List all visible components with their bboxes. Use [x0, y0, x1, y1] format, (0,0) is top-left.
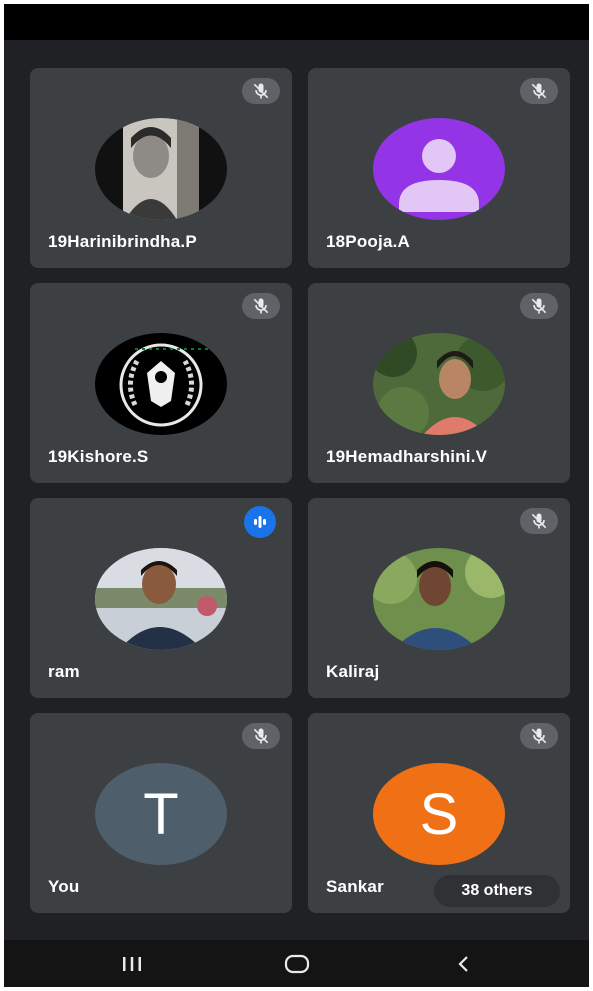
participant-tile[interactable]: ram	[30, 498, 292, 698]
mic-off-icon	[242, 78, 280, 104]
participant-name: 19Hemadharshini.V	[326, 447, 488, 466]
participant-name: Sankar	[326, 877, 384, 896]
participant-name: Kaliraj	[326, 662, 380, 681]
participant-name: 18Pooja.A	[326, 232, 410, 251]
participant-name: 19Harinibrindha.P	[48, 232, 197, 251]
mic-off-icon	[520, 293, 558, 319]
others-badge[interactable]: 38 others	[434, 875, 560, 907]
participant-tile[interactable]: 19Kishore.S	[30, 283, 292, 483]
mic-off-icon	[242, 293, 280, 319]
recents-icon[interactable]	[102, 940, 162, 987]
participant-name: 19Kishore.S	[48, 447, 149, 466]
participant-name: You	[48, 877, 80, 896]
avatar-initial: T	[143, 781, 179, 847]
initial-avatar: S	[373, 763, 505, 865]
participant-tile[interactable]: 19Hemadharshini.V	[308, 283, 570, 483]
default-avatar	[373, 118, 505, 220]
participant-photo	[373, 548, 505, 650]
speaking-indicator-icon	[244, 506, 276, 538]
mic-off-icon	[520, 78, 558, 104]
back-icon[interactable]	[434, 940, 494, 987]
participant-photo	[373, 333, 505, 435]
android-nav-bar	[4, 940, 589, 987]
participant-tile[interactable]: S Sankar 38 others	[308, 713, 570, 913]
mic-off-icon	[520, 508, 558, 534]
participant-grid: 19Harinibrindha.P 18Pooja.A 19Kishore.S …	[4, 4, 589, 944]
mic-off-icon[interactable]	[242, 723, 280, 749]
participant-photo	[95, 548, 227, 650]
participant-tile[interactable]: 19Harinibrindha.P	[30, 68, 292, 268]
emblem-avatar	[95, 333, 227, 435]
initial-avatar: T	[95, 763, 227, 865]
home-icon[interactable]	[267, 940, 327, 987]
participant-tile-self[interactable]: T You	[30, 713, 292, 913]
participant-name: ram	[48, 662, 80, 681]
participant-tile[interactable]: 18Pooja.A	[308, 68, 570, 268]
participant-tile[interactable]: Kaliraj	[308, 498, 570, 698]
participant-photo	[95, 118, 227, 220]
meet-screen: 19Harinibrindha.P 18Pooja.A 19Kishore.S …	[4, 4, 589, 987]
avatar-initial: S	[419, 781, 459, 847]
mic-off-icon	[520, 723, 558, 749]
